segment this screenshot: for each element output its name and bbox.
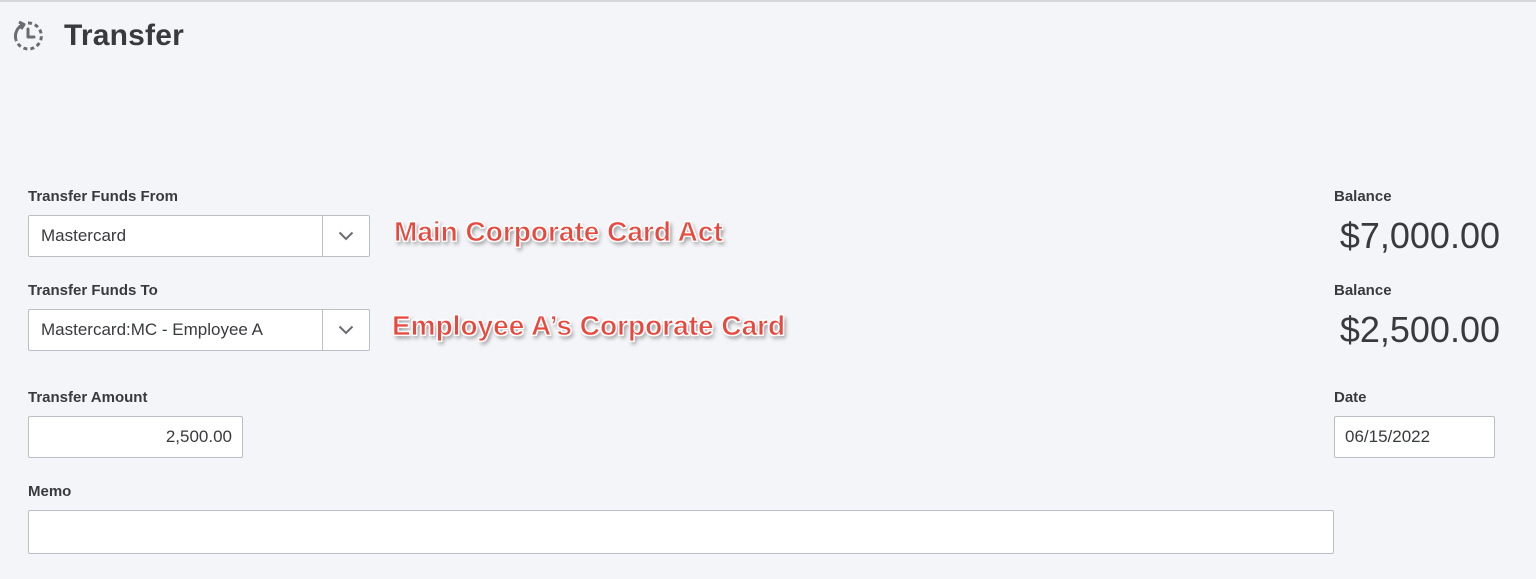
page-title: Transfer [64, 19, 184, 52]
top-divider [0, 0, 1536, 2]
transfer-amount-label: Transfer Amount [28, 389, 148, 406]
memo-input[interactable] [28, 510, 1334, 554]
transfer-to-label: Transfer Funds To [28, 282, 158, 299]
page-header: Transfer [10, 14, 184, 58]
to-balance-value: $2,500.00 [1339, 309, 1500, 350]
transfer-from-value: Mastercard [41, 226, 127, 245]
to-annotation: Employee A’s Corporate Card [392, 310, 786, 342]
transfer-to-value: Mastercard:MC - Employee A [41, 320, 264, 339]
chevron-down-icon[interactable] [322, 216, 369, 256]
from-annotation: Main Corporate Card Act [394, 216, 724, 248]
transfer-from-label: Transfer Funds From [28, 188, 179, 205]
from-balance-label: Balance [1334, 188, 1392, 205]
date-input[interactable] [1334, 416, 1495, 458]
from-balance-value: $7,000.00 [1339, 215, 1500, 256]
to-balance-label: Balance [1334, 282, 1392, 299]
memo-label: Memo [28, 483, 72, 500]
chevron-down-icon[interactable] [322, 310, 369, 350]
transfer-amount-input[interactable] [28, 416, 243, 458]
transfer-to-select[interactable]: Mastercard:MC - Employee A [28, 309, 370, 351]
transfer-from-select[interactable]: Mastercard [28, 215, 370, 257]
date-label: Date [1334, 389, 1367, 406]
transfer-clock-icon [14, 20, 43, 51]
